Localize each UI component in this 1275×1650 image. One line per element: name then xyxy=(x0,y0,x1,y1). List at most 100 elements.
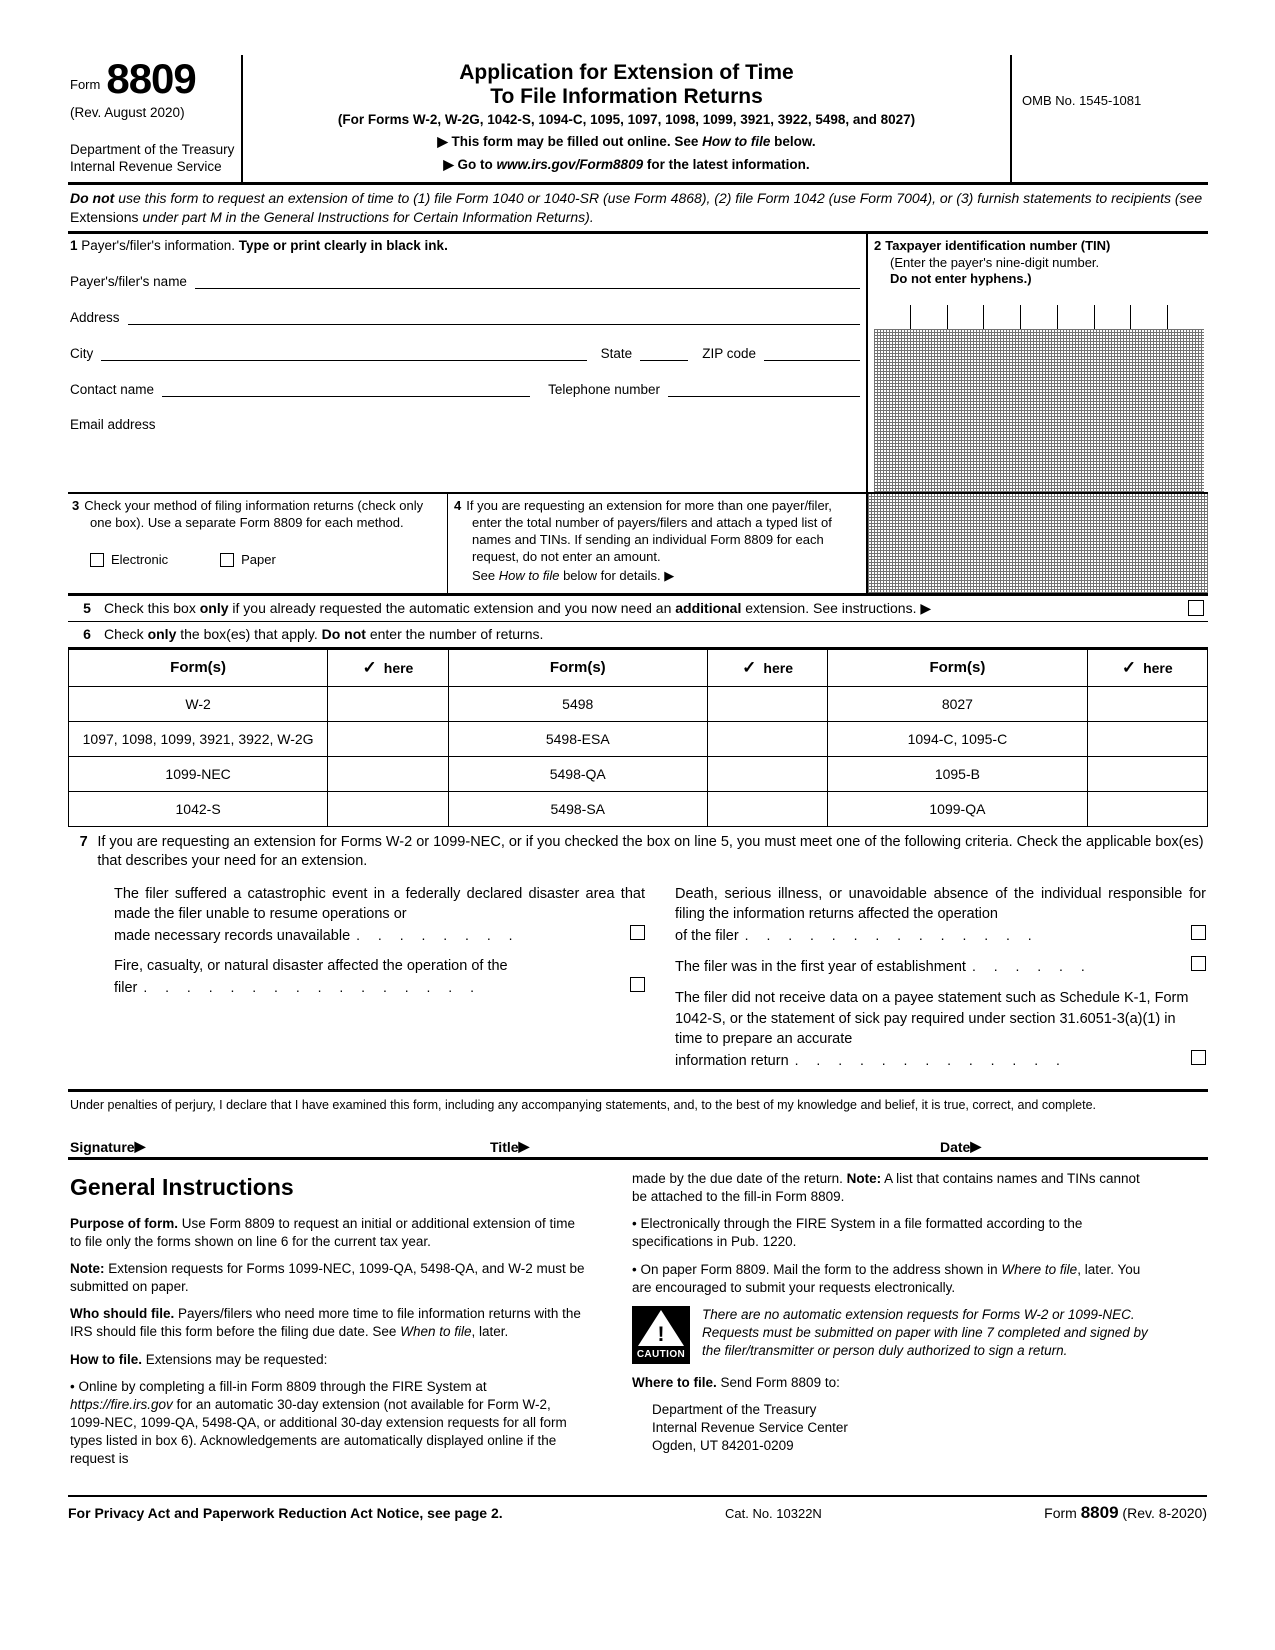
irs-website-link[interactable]: www.irs.gov/Form8809 xyxy=(497,157,644,172)
criterion-catastrophic-tail-row: made necessary records unavailable . . .… xyxy=(114,924,645,947)
form-checkbox-cell[interactable] xyxy=(1086,720,1209,757)
line-5-b2: additional xyxy=(675,599,742,616)
form-header: Form 8809 (Rev. August 2020) Department … xyxy=(68,55,1208,185)
criterion-fire-tail: filer xyxy=(114,980,138,997)
form-checkbox-cell[interactable] xyxy=(327,755,449,792)
line-7-left-column: The filer suffered a catastrophic event … xyxy=(114,884,645,1082)
arrow-icon: ▶ xyxy=(970,1138,982,1155)
state-input[interactable] xyxy=(640,345,689,362)
tin-digit-8[interactable] xyxy=(1130,305,1167,330)
criterion-catastrophic-event: The filer suffered a catastrophic event … xyxy=(114,884,645,947)
line-4-number: 4 xyxy=(454,498,462,514)
caution-word-label: CAUTION xyxy=(636,1349,686,1361)
city-label: City xyxy=(70,346,94,362)
form-cell: 1097, 1098, 1099, 3921, 3922, W-2G xyxy=(67,720,329,757)
line-6-row: 6 Check only the box(es) that apply. Do … xyxy=(68,622,1208,649)
tin-digit-7[interactable] xyxy=(1093,305,1131,330)
address-input[interactable] xyxy=(127,309,860,326)
caution-text: There are no automatic extension request… xyxy=(702,1306,1148,1358)
line-6-t2: the box(es) that apply. xyxy=(176,625,322,642)
who-should-file: Who should file. Payers/filers who need … xyxy=(70,1305,586,1341)
header-note-online-text-c: below. xyxy=(770,134,816,150)
arrow-icon: ▶ xyxy=(518,1138,530,1155)
how-to-file: How to file. Extensions may be requested… xyxy=(70,1351,586,1369)
form-cell: 5498-QA xyxy=(447,755,708,792)
line-5-checkbox[interactable] xyxy=(1188,600,1204,617)
line-5-t3: extension. See instructions. xyxy=(741,599,921,616)
bullet-paper-a: • On paper Form 8809. Mail the form to t… xyxy=(632,1261,1002,1277)
form-title-line-2: To File Information Returns xyxy=(490,85,763,109)
tin-digit-5[interactable] xyxy=(1020,305,1057,330)
criterion-death-body: Death, serious illness, or unavoidable a… xyxy=(675,885,1206,923)
form-checkbox-cell[interactable] xyxy=(327,720,449,757)
zip-label: ZIP code xyxy=(702,346,756,362)
form-sheet: Form 8809 (Rev. August 2020) Department … xyxy=(67,55,1209,1477)
table-row: W-2 5498 8027 xyxy=(67,685,1209,722)
city-input[interactable] xyxy=(101,345,587,362)
criterion-death-tail: of the filer xyxy=(675,927,739,944)
form-checkbox-cell[interactable] xyxy=(1086,755,1209,792)
form-checkbox-cell[interactable] xyxy=(706,790,829,827)
bullet-on-paper: • On paper Form 8809. Mail the form to t… xyxy=(632,1261,1148,1297)
form-checkbox-cell[interactable] xyxy=(706,685,829,722)
tin-digit-3[interactable] xyxy=(946,305,984,330)
instructions-left-column: General Instructions Purpose of form. Us… xyxy=(70,1170,586,1477)
line-4-see-b: below for details. xyxy=(559,567,665,583)
note-text: Extension requests for Forms 1099-NEC, 1… xyxy=(70,1261,585,1295)
form-cell: 1099-QA xyxy=(827,790,1088,827)
paper-checkbox[interactable] xyxy=(220,553,235,568)
payer-and-tin-section: 1 Payer's/filer's information. Type or p… xyxy=(68,234,1208,495)
form-checkbox-cell[interactable] xyxy=(1086,790,1209,827)
tin-digit-2[interactable] xyxy=(909,305,947,330)
caution-icon: ! CAUTION xyxy=(632,1305,690,1364)
checkmark-icon: ✓ xyxy=(362,657,377,677)
criterion-first-year-checkbox[interactable] xyxy=(1191,956,1206,972)
form-checkbox-cell[interactable] xyxy=(327,685,449,722)
criterion-catastrophic-checkbox[interactable] xyxy=(630,924,645,940)
tin-digit-6[interactable] xyxy=(1056,305,1094,330)
forms-header-1: Form(s) xyxy=(67,648,329,687)
form-cell: 5498-ESA xyxy=(447,720,708,757)
payer-name-input[interactable] xyxy=(194,273,860,290)
contact-name-input[interactable] xyxy=(162,381,531,398)
line-5-text: Check this box only if you already reque… xyxy=(104,600,1178,617)
tin-entry-boxes[interactable] xyxy=(874,305,1204,330)
leader-dots: . . . . . . xyxy=(971,958,1092,975)
criterion-fire-checkbox[interactable] xyxy=(630,977,645,993)
leader-dots: . . . . . . . . . . . . . . . . xyxy=(143,979,481,996)
line-1-heading: 1 Payer's/filer's information. Type or p… xyxy=(70,238,860,253)
form-cell: 1095-B xyxy=(827,755,1088,792)
form-cell: 5498-SA xyxy=(447,790,708,827)
line-2-sub-2: Do not enter hyphens.) xyxy=(890,270,1032,286)
form-checkbox-cell[interactable] xyxy=(327,790,449,827)
tin-digit-9[interactable] xyxy=(1167,305,1204,330)
electronic-checkbox[interactable] xyxy=(90,553,104,568)
criterion-death-checkbox[interactable] xyxy=(1191,924,1206,940)
line-4-text: If you are requesting an extension for m… xyxy=(466,498,832,564)
fire-system-url[interactable]: https://fire.irs.gov xyxy=(70,1397,173,1412)
telephone-label: Telephone number xyxy=(548,382,660,398)
criterion-fire-casualty: Fire, casualty, or natural disaster affe… xyxy=(114,956,645,998)
line-4-text-wrap: 4 If you are requesting an extension for … xyxy=(454,498,858,566)
paper-option[interactable]: Paper xyxy=(220,552,276,569)
line-3-text-wrap: 3 Check your method of filing information… xyxy=(72,498,439,532)
arrow-icon: ▶ xyxy=(437,134,448,150)
do-not-text-3: ). xyxy=(585,208,594,225)
criterion-first-year: The filer was in the first year of estab… xyxy=(675,956,1206,978)
tin-digit-4[interactable] xyxy=(983,305,1020,330)
how-text: Extensions may be requested: xyxy=(142,1351,328,1367)
address-line-1: Department of the Treasury xyxy=(652,1401,817,1417)
zip-input[interactable] xyxy=(764,345,860,362)
criterion-no-payee-checkbox[interactable] xyxy=(1191,1049,1206,1065)
form-checkbox-cell[interactable] xyxy=(706,720,829,757)
filing-method-section: 3 Check your method of filing information… xyxy=(68,494,1208,596)
electronic-option[interactable]: Electronic xyxy=(90,552,168,569)
title-field-group: Title ▶ xyxy=(490,1138,940,1155)
line-5-b1: only xyxy=(199,599,229,616)
telephone-input[interactable] xyxy=(668,381,860,398)
line-4-block: 4 If you are requesting an extension for … xyxy=(448,494,868,593)
form-checkbox-cell[interactable] xyxy=(1086,685,1209,722)
line-7-heading: 7 If you are requesting an extension for… xyxy=(70,833,1206,872)
tin-digit-1[interactable] xyxy=(874,305,910,329)
form-checkbox-cell[interactable] xyxy=(706,755,829,792)
